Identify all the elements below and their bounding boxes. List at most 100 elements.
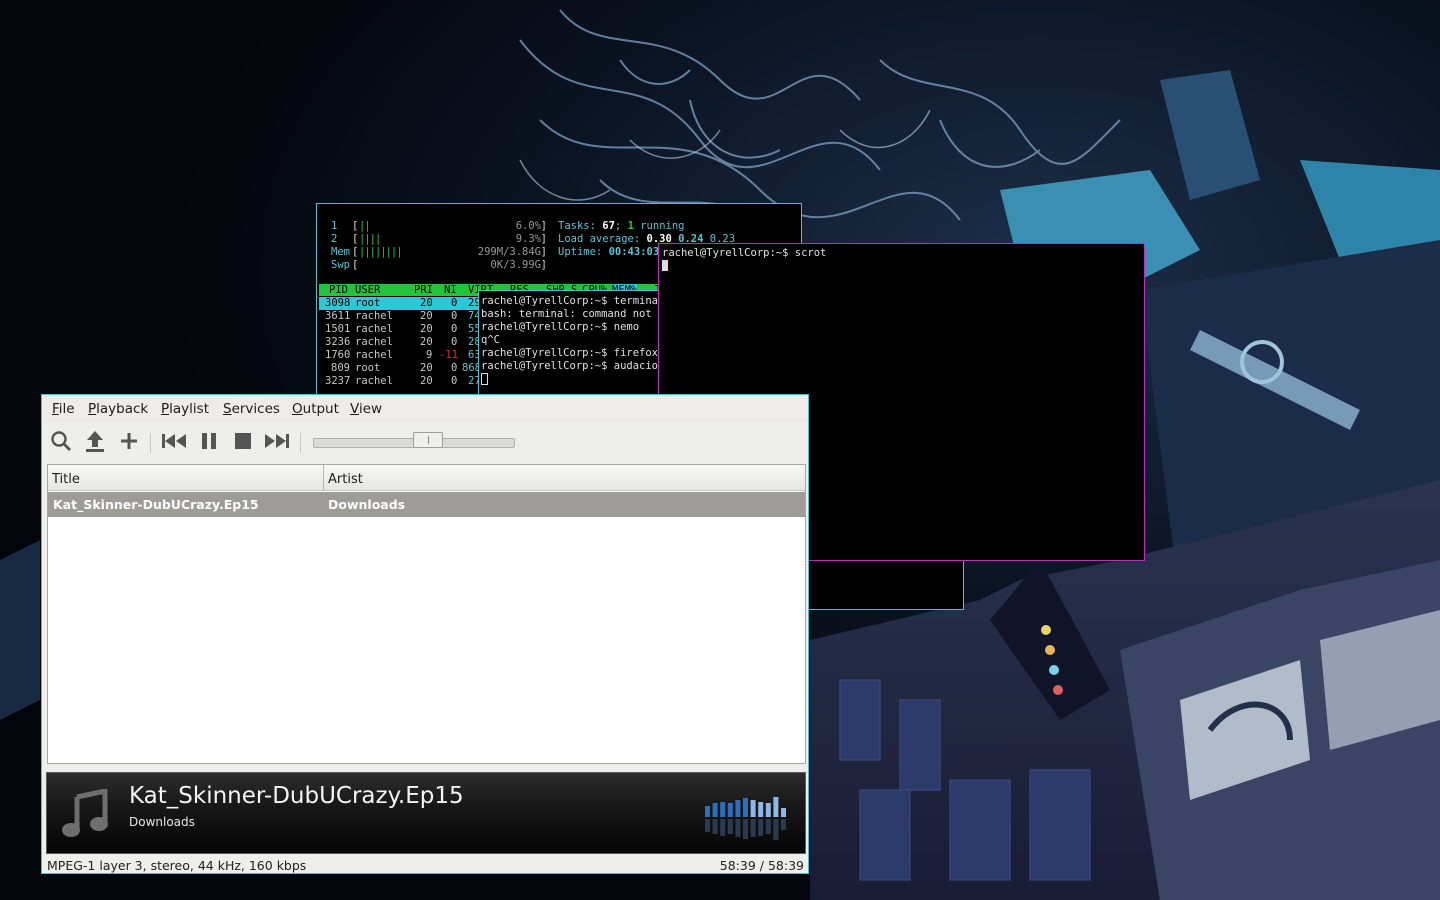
meter-bracket: ] (540, 233, 547, 245)
meter-bracket: [ (352, 220, 359, 232)
col-ni[interactable]: NI (444, 284, 457, 297)
process-pid: 1760 (325, 349, 351, 361)
swap-value: 0K/3.99G (490, 259, 541, 271)
visualizer-bar-reflection (712, 819, 718, 834)
visualizer-bar (773, 797, 779, 817)
process-ni: -11 (439, 349, 458, 361)
process-pri: 20 (420, 362, 433, 374)
menu-mnemonic: P (161, 401, 170, 417)
process-pri: 20 (420, 323, 433, 335)
cpu1-bars: || (359, 220, 371, 232)
menu-mnemonic: S (223, 401, 232, 417)
seek-slider-handle[interactable] (412, 432, 443, 448)
audacious-player-window[interactable]: File Playback Playlist Services Output V… (41, 394, 809, 874)
visualizer-bar-reflection (750, 819, 756, 837)
menu-mnemonic: V (350, 401, 359, 417)
terminal-line: rachel@TyrellCorp:~$ terminal (481, 295, 665, 307)
add-icon (121, 433, 137, 449)
tasks-label: Tasks: (558, 220, 596, 232)
visualizer-bar (765, 803, 771, 817)
visualizer-bar-reflection (758, 819, 764, 836)
pause-button[interactable] (196, 427, 222, 455)
menu-file[interactable]: File (52, 401, 75, 417)
column-header-title[interactable]: Title (48, 465, 324, 491)
add-files-button[interactable] (116, 427, 142, 455)
process-pri: 20 (420, 310, 433, 322)
process-ni: 0 (451, 297, 458, 309)
visualizer-bar (735, 800, 741, 817)
playlist-row-artist: Downloads (328, 497, 406, 512)
mem-label: Mem (331, 246, 350, 258)
process-pri: 20 (420, 297, 433, 309)
visualizer-bar-reflection (743, 819, 748, 839)
terminal-input-line[interactable] (662, 260, 826, 273)
playlist-row[interactable]: Kat_Skinner-DubUCrazy.Ep15 Downloads (48, 492, 805, 517)
process-pid: 3098 (325, 297, 351, 309)
cpu2-meter: 2 [ |||| 9.3% ] (319, 233, 547, 246)
terminal-line: rachel@TyrellCorp:~$ scrot (662, 247, 827, 259)
menu-output[interactable]: Output (292, 401, 339, 417)
terminal-line: rachel@TyrellCorp:~$ audacious (481, 360, 671, 372)
menu-label: laylist (169, 401, 209, 417)
open-icon (86, 431, 104, 452)
cpu1-label: 1 (331, 220, 338, 232)
meter-bracket: ] (540, 220, 547, 232)
menu-view[interactable]: View (350, 401, 382, 417)
meter-bracket: [ (352, 259, 359, 271)
visualizer-bar-reflection (765, 819, 771, 834)
visualizer-bar (727, 803, 733, 817)
menu-playback[interactable]: Playback (88, 401, 148, 417)
swap-label: Swp (331, 259, 350, 271)
meter-bracket: ] (540, 246, 547, 258)
uptime-label: Uptime: (558, 246, 603, 258)
col-pid[interactable]: PID (329, 284, 348, 297)
stop-button[interactable] (230, 427, 256, 455)
swap-meter: Swp [ 0K/3.99G ] (319, 259, 547, 272)
process-user: rachel (355, 349, 393, 361)
menu-label: ervices (231, 401, 280, 417)
visualizer-bar (743, 798, 748, 817)
process-ni: 0 (451, 310, 458, 322)
menu-services[interactable]: Services (223, 401, 280, 417)
cpu1-value: 6.0% (515, 220, 541, 232)
toolbar-separator (300, 433, 301, 453)
visualizer-bar-reflection (720, 819, 726, 836)
now-playing-info-area: Kat_Skinner-DubUCrazy.Ep15 Downloads (46, 772, 806, 854)
process-pri: 9 (426, 349, 433, 361)
stop-icon (235, 433, 251, 449)
open-files-button[interactable] (82, 427, 108, 455)
previous-button[interactable] (161, 427, 187, 455)
previous-icon (162, 434, 186, 448)
tasks-count: 67 (602, 220, 615, 232)
terminal-output: rachel@TyrellCorp:~$ scrot (662, 247, 826, 273)
pause-icon (202, 433, 216, 449)
menu-bar: File Playback Playlist Services Output V… (42, 395, 808, 423)
mem-bars: |||||||| (359, 246, 403, 258)
col-user[interactable]: USER (355, 284, 380, 297)
terminal-input-line[interactable] (481, 373, 671, 386)
visualizer-bar (705, 806, 710, 817)
visualizer-bar (750, 800, 756, 817)
playlist-view[interactable]: Title Artist Kat_Skinner-DubUCrazy.Ep15 … (47, 464, 806, 764)
search-button[interactable] (48, 427, 74, 455)
column-header-artist[interactable]: Artist (324, 465, 805, 491)
process-pid: 3611 (325, 310, 351, 322)
menu-playlist[interactable]: Playlist (161, 401, 209, 417)
process-ni: 0 (451, 375, 458, 387)
text-cursor (481, 373, 488, 385)
menu-mnemonic: O (292, 401, 303, 417)
meter-bracket: ] (540, 259, 547, 271)
menu-mnemonic: F (52, 401, 59, 417)
tasks-line: Tasks: 67; 1 running (558, 220, 685, 232)
process-user: rachel (355, 336, 393, 348)
terminal-line: rachel@TyrellCorp:~$ firefox (481, 347, 659, 359)
process-pri: 20 (420, 336, 433, 348)
next-button[interactable] (264, 427, 290, 455)
visualizer-bar-reflection (773, 819, 779, 840)
process-pid: 809 (331, 362, 350, 374)
playlist-row-title: Kat_Skinner-DubUCrazy.Ep15 (53, 497, 259, 512)
menu-label: ile (58, 401, 75, 417)
col-pri[interactable]: PRI (414, 284, 433, 297)
next-icon (265, 434, 289, 448)
process-ni: 0 (451, 323, 458, 335)
